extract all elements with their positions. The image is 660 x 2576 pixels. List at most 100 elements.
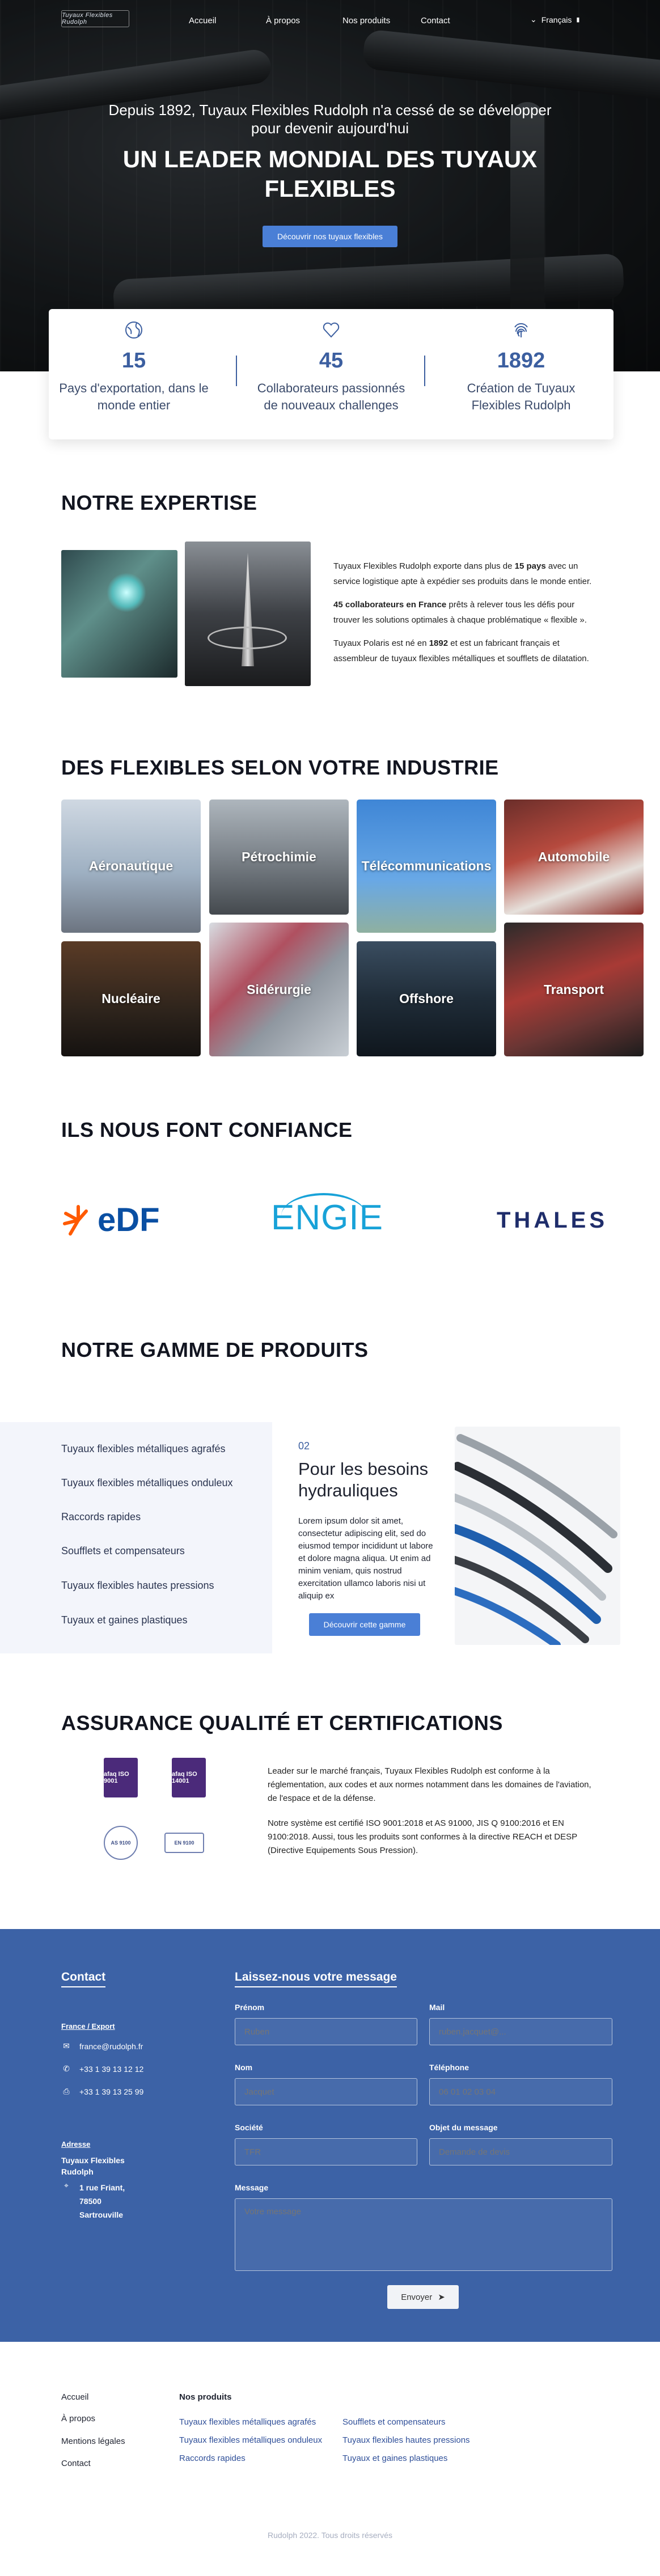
expertise-text: Tuyaux Flexibles Rudolph exporte dans pl… bbox=[333, 559, 600, 674]
objet-label: Objet du message bbox=[429, 2123, 498, 2132]
product-title: Pour les besoins hydrauliques bbox=[298, 1459, 429, 1500]
nav-accueil[interactable]: Accueil bbox=[189, 16, 216, 26]
discover-range-button[interactable]: Découvrir cette gamme bbox=[309, 1613, 420, 1636]
mail-field[interactable] bbox=[429, 2018, 612, 2045]
phone-icon: ✆ bbox=[63, 2064, 70, 2073]
language-selector[interactable]: ⌄ Français ▮ bbox=[530, 15, 579, 24]
footer-link-a-propos[interactable]: À propos bbox=[61, 2414, 95, 2423]
societe-field[interactable] bbox=[235, 2138, 417, 2165]
industry-card-aeronautique[interactable]: Aéronautique bbox=[61, 800, 201, 933]
stat-founded: 1892 Création de Tuyaux Flexibles Rudolph bbox=[436, 320, 606, 414]
address-label: Adresse bbox=[61, 2140, 91, 2148]
form-heading: Laissez-nous votre message bbox=[235, 1970, 397, 1987]
expertise-paragraph: Tuyaux Polaris est né en 1892 et est un … bbox=[333, 638, 589, 663]
send-button[interactable]: Envoyer ➤ bbox=[387, 2285, 459, 2309]
site-logo[interactable]: Tuyaux Flexibles Rudolph bbox=[61, 10, 129, 27]
edf-wordmark: eDF bbox=[98, 1202, 160, 1238]
footer-product-link[interactable]: Tuyaux et gaines plastiques bbox=[342, 2454, 447, 2463]
industry-card-telecommunications[interactable]: Télécommunications bbox=[357, 800, 496, 933]
stat-value: 45 bbox=[319, 349, 344, 373]
heart-icon bbox=[246, 320, 416, 343]
stats-card: 15 Pays d'exportation, dans le monde enti… bbox=[49, 309, 614, 439]
stat-divider bbox=[236, 356, 237, 386]
nav-nos-produits[interactable]: Nos produits bbox=[342, 16, 390, 26]
discover-hoses-button[interactable]: Découvrir nos tuyaux flexibles bbox=[263, 226, 397, 247]
fax-icon: ⎙ bbox=[63, 2087, 70, 2096]
industry-label: Aéronautique bbox=[88, 858, 174, 873]
telephone-field[interactable] bbox=[429, 2078, 612, 2105]
footer-product-link[interactable]: Tuyaux flexibles métalliques onduleux bbox=[179, 2435, 322, 2445]
nav-a-propos[interactable]: À propos bbox=[266, 16, 300, 26]
message-field[interactable] bbox=[235, 2198, 612, 2271]
expertise-paragraph: Tuyaux Flexibles Rudolph exporte dans pl… bbox=[333, 561, 592, 586]
flag-icon: ▮ bbox=[576, 16, 580, 23]
mail-icon: ✉ bbox=[63, 2041, 70, 2050]
footer-link-contact[interactable]: Contact bbox=[61, 2459, 91, 2468]
location-pin-icon: ⌖ bbox=[64, 2181, 69, 2190]
quality-text: Leader sur le marché français, Tuyaux Fl… bbox=[268, 1765, 602, 1869]
contact-section: Contact France / Export ✉ france@rudolph.… bbox=[0, 1929, 660, 2342]
stat-value: 1892 bbox=[497, 349, 545, 373]
quality-paragraph: Leader sur le marché français, Tuyaux Fl… bbox=[268, 1766, 591, 1803]
industry-card-nucleaire[interactable]: Nucléaire bbox=[61, 941, 201, 1056]
industry-label: Télécommunications bbox=[361, 858, 492, 873]
industry-card-offshore[interactable]: Offshore bbox=[357, 941, 496, 1056]
export-label: France / Export bbox=[61, 2022, 115, 2031]
industries-heading: DES FLEXIBLES SELON VOTRE INDUSTRIE bbox=[61, 756, 499, 779]
product-item[interactable]: Tuyaux flexibles métalliques onduleux bbox=[61, 1477, 233, 1489]
industry-card-transport[interactable]: Transport bbox=[504, 923, 644, 1056]
product-item[interactable]: Tuyaux flexibles hautes pressions bbox=[61, 1580, 214, 1592]
footer-link-accueil[interactable]: Accueil bbox=[61, 2392, 88, 2402]
nom-label: Nom bbox=[235, 2063, 253, 2072]
globe-icon bbox=[49, 320, 219, 343]
footer-product-link[interactable]: Tuyaux flexibles métalliques agrafés bbox=[179, 2417, 316, 2427]
objet-field[interactable] bbox=[429, 2138, 612, 2165]
company-name: Tuyaux Flexibles Rudolph bbox=[61, 2156, 125, 2176]
hero-subtitle-line: Depuis 1892, Tuyaux Flexibles Rudolph n'… bbox=[108, 101, 552, 119]
nav-contact[interactable]: Contact bbox=[421, 16, 450, 26]
hydraulic-hoses-photo bbox=[455, 1427, 620, 1645]
industry-card-petrochimie[interactable]: Pétrochimie bbox=[209, 800, 349, 915]
trust-heading: ILS NOUS FONT CONFIANCE bbox=[61, 1118, 353, 1141]
societe-label: Société bbox=[235, 2123, 263, 2132]
product-item[interactable]: Tuyaux flexibles métalliques agrafés bbox=[61, 1443, 225, 1455]
stat-value: 15 bbox=[121, 349, 146, 373]
thales-logo: THALES bbox=[497, 1208, 608, 1233]
prenom-field[interactable] bbox=[235, 2018, 417, 2045]
nom-field[interactable] bbox=[235, 2078, 417, 2105]
footer-product-link[interactable]: Tuyaux flexibles hautes pressions bbox=[342, 2435, 470, 2445]
industry-card-automobile[interactable]: Automobile bbox=[504, 800, 644, 915]
footer-product-link[interactable]: Raccords rapides bbox=[179, 2454, 246, 2463]
stat-label: Collaborateurs passionnés de nouveaux cha… bbox=[257, 381, 405, 412]
welder-photo bbox=[61, 550, 177, 678]
footer-product-link[interactable]: Soufflets et compensateurs bbox=[342, 2417, 446, 2427]
stat-countries: 15 Pays d'exportation, dans le monde enti… bbox=[49, 320, 219, 414]
industry-label: Offshore bbox=[399, 991, 454, 1006]
product-item[interactable]: Soufflets et compensateurs bbox=[61, 1545, 185, 1557]
product-item[interactable]: Raccords rapides bbox=[61, 1511, 141, 1523]
chevron-down-icon: ⌄ bbox=[530, 15, 537, 24]
contact-email[interactable]: ✉ france@rudolph.fr bbox=[61, 2041, 143, 2051]
stat-employees: 45 Collaborateurs passionnés de nouveaux … bbox=[246, 320, 416, 414]
send-label: Envoyer bbox=[401, 2292, 433, 2302]
as9100-badge: AS 9100 bbox=[104, 1826, 138, 1860]
industry-card-siderurgie[interactable]: Sidérurgie bbox=[209, 923, 349, 1056]
products-heading: NOTRE GAMME DE PRODUITS bbox=[61, 1338, 369, 1361]
product-description: Lorem ipsum dolor sit amet, consectetur … bbox=[298, 1516, 433, 1601]
message-label: Message bbox=[235, 2183, 269, 2192]
fingerprint-icon bbox=[436, 320, 606, 343]
industry-label: Nucléaire bbox=[101, 991, 160, 1006]
hero-title-line: FLEXIBLES bbox=[264, 175, 396, 202]
contact-phone[interactable]: ✆ +33 1 39 13 12 12 bbox=[61, 2064, 143, 2074]
rocket-engine-photo bbox=[185, 542, 311, 686]
contact-heading: Contact bbox=[61, 1970, 106, 1987]
footer-link-mentions[interactable]: Mentions légales bbox=[61, 2437, 125, 2446]
hero-subtitle-line: pour devenir aujourd'hui bbox=[251, 120, 409, 137]
hero-title-line: UN LEADER MONDIAL DES TUYAUX bbox=[122, 146, 538, 172]
product-item[interactable]: Tuyaux et gaines plastiques bbox=[61, 1614, 187, 1626]
language-label: Français bbox=[541, 15, 572, 24]
afaq-iso-14001-badge: afaq ISO 14001 bbox=[172, 1758, 206, 1797]
expertise-heading: NOTRE EXPERTISE bbox=[61, 491, 257, 514]
afaq-iso-9001-badge: afaq ISO 9001 bbox=[104, 1758, 138, 1797]
edf-logo: eDF bbox=[61, 1201, 160, 1239]
